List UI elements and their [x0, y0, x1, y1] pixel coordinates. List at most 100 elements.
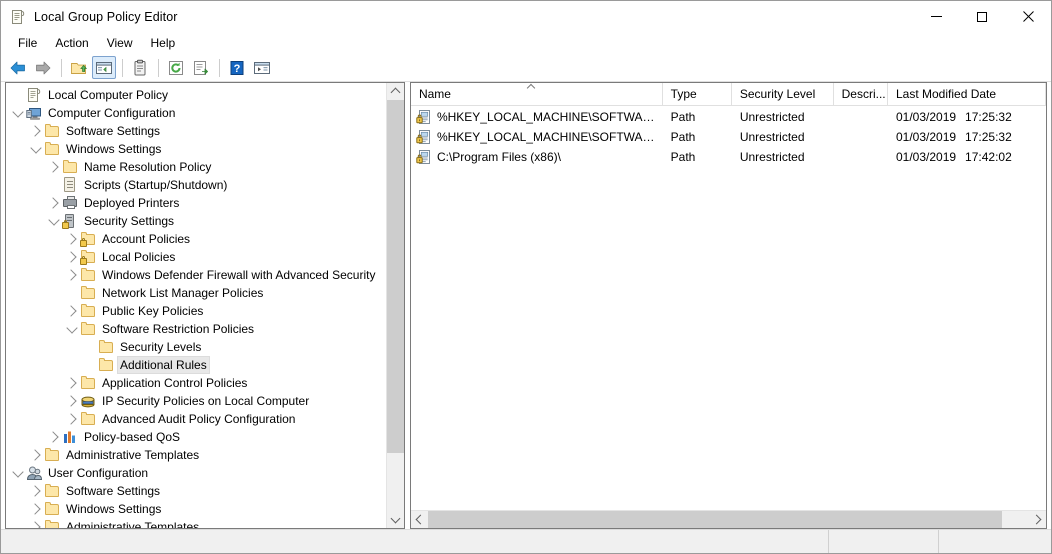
tree-item[interactable]: Local Computer Policy	[6, 86, 386, 104]
list-scroll-left-button[interactable]	[411, 511, 428, 528]
list-scroll-track[interactable]	[427, 511, 1029, 528]
menu-help[interactable]: Help	[142, 34, 185, 52]
tree-item[interactable]: IP Security Policies on Local Computer	[6, 392, 386, 410]
help-button[interactable]: ?	[225, 56, 249, 79]
tree-expander-collapsed-icon[interactable]	[46, 194, 62, 212]
tree-item-label: IP Security Policies on Local Computer	[102, 394, 310, 408]
menu-action[interactable]: Action	[46, 34, 97, 52]
tree-scroll-thumb[interactable]	[387, 100, 404, 454]
tree-item-label: Windows Settings	[66, 502, 162, 516]
tree-item[interactable]: Account Policies	[6, 230, 386, 248]
menu-file[interactable]: File	[9, 34, 46, 52]
tree-item-label: Windows Settings	[66, 142, 162, 156]
tree-expander-collapsed-icon[interactable]	[64, 410, 80, 428]
list-cell-name: C:\Program Files (x86)\	[411, 147, 663, 167]
tree-item[interactable]: Network List Manager Policies	[6, 284, 386, 302]
column-type[interactable]: Type	[663, 83, 732, 105]
tree-expander-collapsed-icon[interactable]	[46, 428, 62, 446]
tree-expander-collapsed-icon[interactable]	[64, 392, 80, 410]
tree-scroll-down-button[interactable]	[387, 511, 404, 528]
folder-icon	[98, 339, 114, 355]
up-one-level-button[interactable]	[67, 56, 91, 79]
list-view[interactable]: %HKEY_LOCAL_MACHINE\SOFTWARE\... Path Unre…	[410, 106, 1046, 510]
tree-item[interactable]: Scripts (Startup/Shutdown)	[6, 176, 386, 194]
tree-item[interactable]: Windows Settings	[6, 500, 386, 518]
maximize-button[interactable]	[959, 1, 1005, 32]
tree-expander-collapsed-icon[interactable]	[64, 248, 80, 266]
tree-item[interactable]: Advanced Audit Policy Configuration	[6, 410, 386, 428]
tree-item[interactable]: User Configuration	[6, 464, 386, 482]
list-scroll-right-button[interactable]	[1029, 511, 1046, 528]
window-title: Local Group Policy Editor	[34, 9, 178, 24]
tree-expander-collapsed-icon[interactable]	[28, 122, 44, 140]
refresh-button[interactable]	[164, 56, 188, 79]
list-row[interactable]: %HKEY_LOCAL_MACHINE\SOFTWARE\... Path Unre…	[411, 107, 1046, 127]
tree-item[interactable]: Name Resolution Policy	[6, 158, 386, 176]
tree-item[interactable]: Deployed Printers	[6, 194, 386, 212]
tree-item[interactable]: Policy-based QoS	[6, 428, 386, 446]
export-list-button[interactable]	[189, 56, 213, 79]
local-group-policy-editor-window: Local Group Policy Editor File Action Vi…	[0, 0, 1052, 554]
tree-expander-expanded-icon[interactable]	[28, 140, 44, 158]
tree-expander-collapsed-icon[interactable]	[28, 482, 44, 500]
minimize-button[interactable]	[913, 1, 959, 32]
list-row[interactable]: C:\Program Files (x86)\ Path Unrestricted 0…	[411, 147, 1046, 167]
folder-icon	[44, 123, 60, 139]
back-button[interactable]	[6, 56, 30, 79]
menu-view[interactable]: View	[98, 34, 142, 52]
column-security-level[interactable]: Security Level	[732, 83, 834, 105]
status-tertiary-pane	[939, 530, 1051, 553]
tree-view[interactable]: Local Computer Policy Computer Configurat…	[6, 83, 386, 528]
tree-item[interactable]: Security Settings	[6, 212, 386, 230]
tree-item-label: Software Settings	[66, 124, 161, 138]
tree-item[interactable]: Local Policies	[6, 248, 386, 266]
tree-vertical-scrollbar[interactable]	[386, 83, 404, 528]
column-description[interactable]: Descri...	[834, 83, 888, 105]
tree-item[interactable]: Windows Defender Firewall with Advanced …	[6, 266, 386, 284]
tree-expander-collapsed-icon[interactable]	[28, 446, 44, 464]
tree-item[interactable]: Additional Rules	[6, 356, 386, 374]
show-hide-console-tree-button[interactable]	[92, 56, 116, 79]
tree-item-label: Software Settings	[66, 484, 161, 498]
tree-expander-expanded-icon[interactable]	[64, 320, 80, 338]
tree-expander-collapsed-icon[interactable]	[28, 500, 44, 518]
tree-scroll-track[interactable]	[387, 100, 404, 511]
tree-expander-collapsed-icon[interactable]	[28, 518, 44, 528]
tree-scroll-up-button[interactable]	[387, 83, 404, 100]
tree-item[interactable]: Security Levels	[6, 338, 386, 356]
forward-button[interactable]	[31, 56, 55, 79]
tree-item[interactable]: Administrative Templates	[6, 518, 386, 528]
tree-expander-collapsed-icon[interactable]	[64, 266, 80, 284]
tree-item[interactable]: Application Control Policies	[6, 374, 386, 392]
tree-expander-expanded-icon[interactable]	[10, 464, 26, 482]
tree-item[interactable]: Software Settings	[6, 122, 386, 140]
show-action-pane-button[interactable]	[250, 56, 274, 79]
tree-item[interactable]: Computer Configuration	[6, 104, 386, 122]
path-rule-icon	[416, 149, 432, 165]
tree-item[interactable]: Software Restriction Policies	[6, 320, 386, 338]
tree-item[interactable]: Software Settings	[6, 482, 386, 500]
column-name[interactable]: Name	[411, 83, 663, 105]
tree-expander-expanded-icon[interactable]	[46, 212, 62, 230]
folder-icon	[98, 357, 114, 373]
column-last-modified-date[interactable]: Last Modified Date	[888, 83, 1046, 105]
tree-expander-collapsed-icon[interactable]	[64, 374, 80, 392]
folder-icon	[80, 267, 96, 283]
close-button[interactable]	[1005, 1, 1051, 32]
tree-item[interactable]: Public Key Policies	[6, 302, 386, 320]
properties-button[interactable]	[128, 56, 152, 79]
tree-expander-collapsed-icon[interactable]	[64, 302, 80, 320]
list-row[interactable]: %HKEY_LOCAL_MACHINE\SOFTWARE\... Path Unre…	[411, 127, 1046, 147]
list-scroll-thumb[interactable]	[427, 511, 1002, 528]
tree-expander-collapsed-icon[interactable]	[64, 230, 80, 248]
tree-expander-expanded-icon[interactable]	[10, 104, 26, 122]
list-cell-date: 01/03/2019	[895, 130, 957, 144]
list-horizontal-scrollbar[interactable]	[410, 510, 1046, 528]
tree-expander-collapsed-icon[interactable]	[46, 158, 62, 176]
tree-item[interactable]: Windows Settings	[6, 140, 386, 158]
folder-lock-icon	[80, 231, 96, 247]
folder-icon	[62, 159, 78, 175]
tree-item-label: Advanced Audit Policy Configuration	[102, 412, 296, 426]
tree-item[interactable]: Administrative Templates	[6, 446, 386, 464]
tree-item-label: Scripts (Startup/Shutdown)	[84, 178, 228, 192]
